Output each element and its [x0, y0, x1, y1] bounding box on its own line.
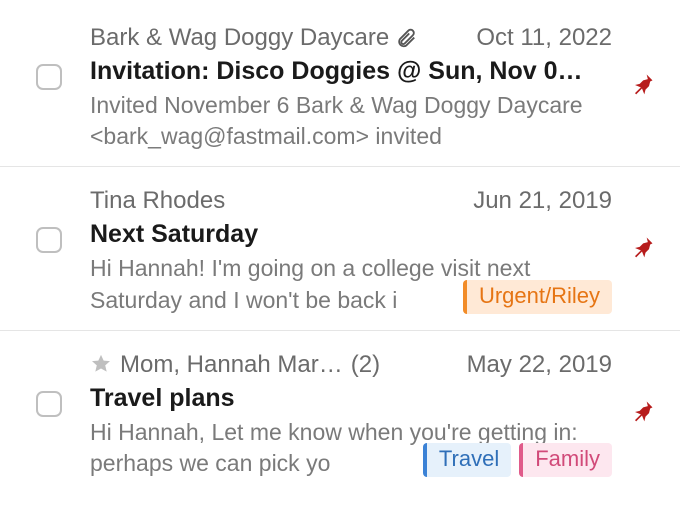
email-subject: Next Saturday — [90, 220, 612, 249]
pin-icon[interactable] — [628, 71, 656, 99]
tag-urgent-riley[interactable]: Urgent/Riley — [463, 280, 612, 314]
email-top-line: Bark & Wag Doggy Daycare Oct 11, 2022 — [90, 22, 612, 53]
email-row[interactable]: Tina Rhodes Jun 21, 2019 Next Saturday H… — [0, 167, 680, 330]
email-preview-wrap: Hi Hannah, Let me know when you're getti… — [90, 417, 612, 479]
tag-group: Travel Family — [417, 443, 612, 477]
email-date: May 22, 2019 — [467, 349, 612, 380]
email-top-line: Mom, Hannah Mar… (2) May 22, 2019 — [90, 349, 612, 380]
star-icon[interactable] — [90, 353, 112, 375]
email-preview-wrap: Invited November 6 Bark & Wag Doggy Dayc… — [90, 90, 612, 152]
email-date: Oct 11, 2022 — [476, 22, 612, 53]
email-body: Mom, Hannah Mar… (2) May 22, 2019 Travel… — [90, 349, 656, 479]
email-date: Jun 21, 2019 — [473, 185, 612, 216]
select-checkbox[interactable] — [36, 227, 62, 253]
email-from: Bark & Wag Doggy Daycare — [90, 22, 389, 53]
email-row[interactable]: Mom, Hannah Mar… (2) May 22, 2019 Travel… — [0, 331, 680, 493]
tag-travel[interactable]: Travel — [423, 443, 511, 477]
email-body: Tina Rhodes Jun 21, 2019 Next Saturday H… — [90, 185, 656, 315]
email-count: (2) — [351, 349, 380, 380]
email-row[interactable]: Bark & Wag Doggy Daycare Oct 11, 2022 In… — [0, 4, 680, 167]
email-from: Tina Rhodes — [90, 185, 225, 216]
email-list: Bark & Wag Doggy Daycare Oct 11, 2022 In… — [0, 0, 680, 493]
email-subject: Travel plans — [90, 384, 612, 413]
tag-family[interactable]: Family — [519, 443, 612, 477]
email-from: Mom, Hannah Mar… — [120, 349, 343, 380]
email-subject: Invitation: Disco Doggies @ Sun, Nov 0… — [90, 57, 612, 86]
email-body: Bark & Wag Doggy Daycare Oct 11, 2022 In… — [90, 22, 656, 152]
pin-icon[interactable] — [628, 234, 656, 262]
pin-icon[interactable] — [628, 398, 656, 426]
select-checkbox[interactable] — [36, 391, 62, 417]
email-preview-wrap: Hi Hannah! I'm going on a college visit … — [90, 253, 612, 315]
tag-group: Urgent/Riley — [457, 280, 612, 314]
select-checkbox[interactable] — [36, 64, 62, 90]
email-preview: Invited November 6 Bark & Wag Doggy Dayc… — [90, 90, 612, 152]
email-top-line: Tina Rhodes Jun 21, 2019 — [90, 185, 612, 216]
attachment-icon — [395, 27, 417, 49]
